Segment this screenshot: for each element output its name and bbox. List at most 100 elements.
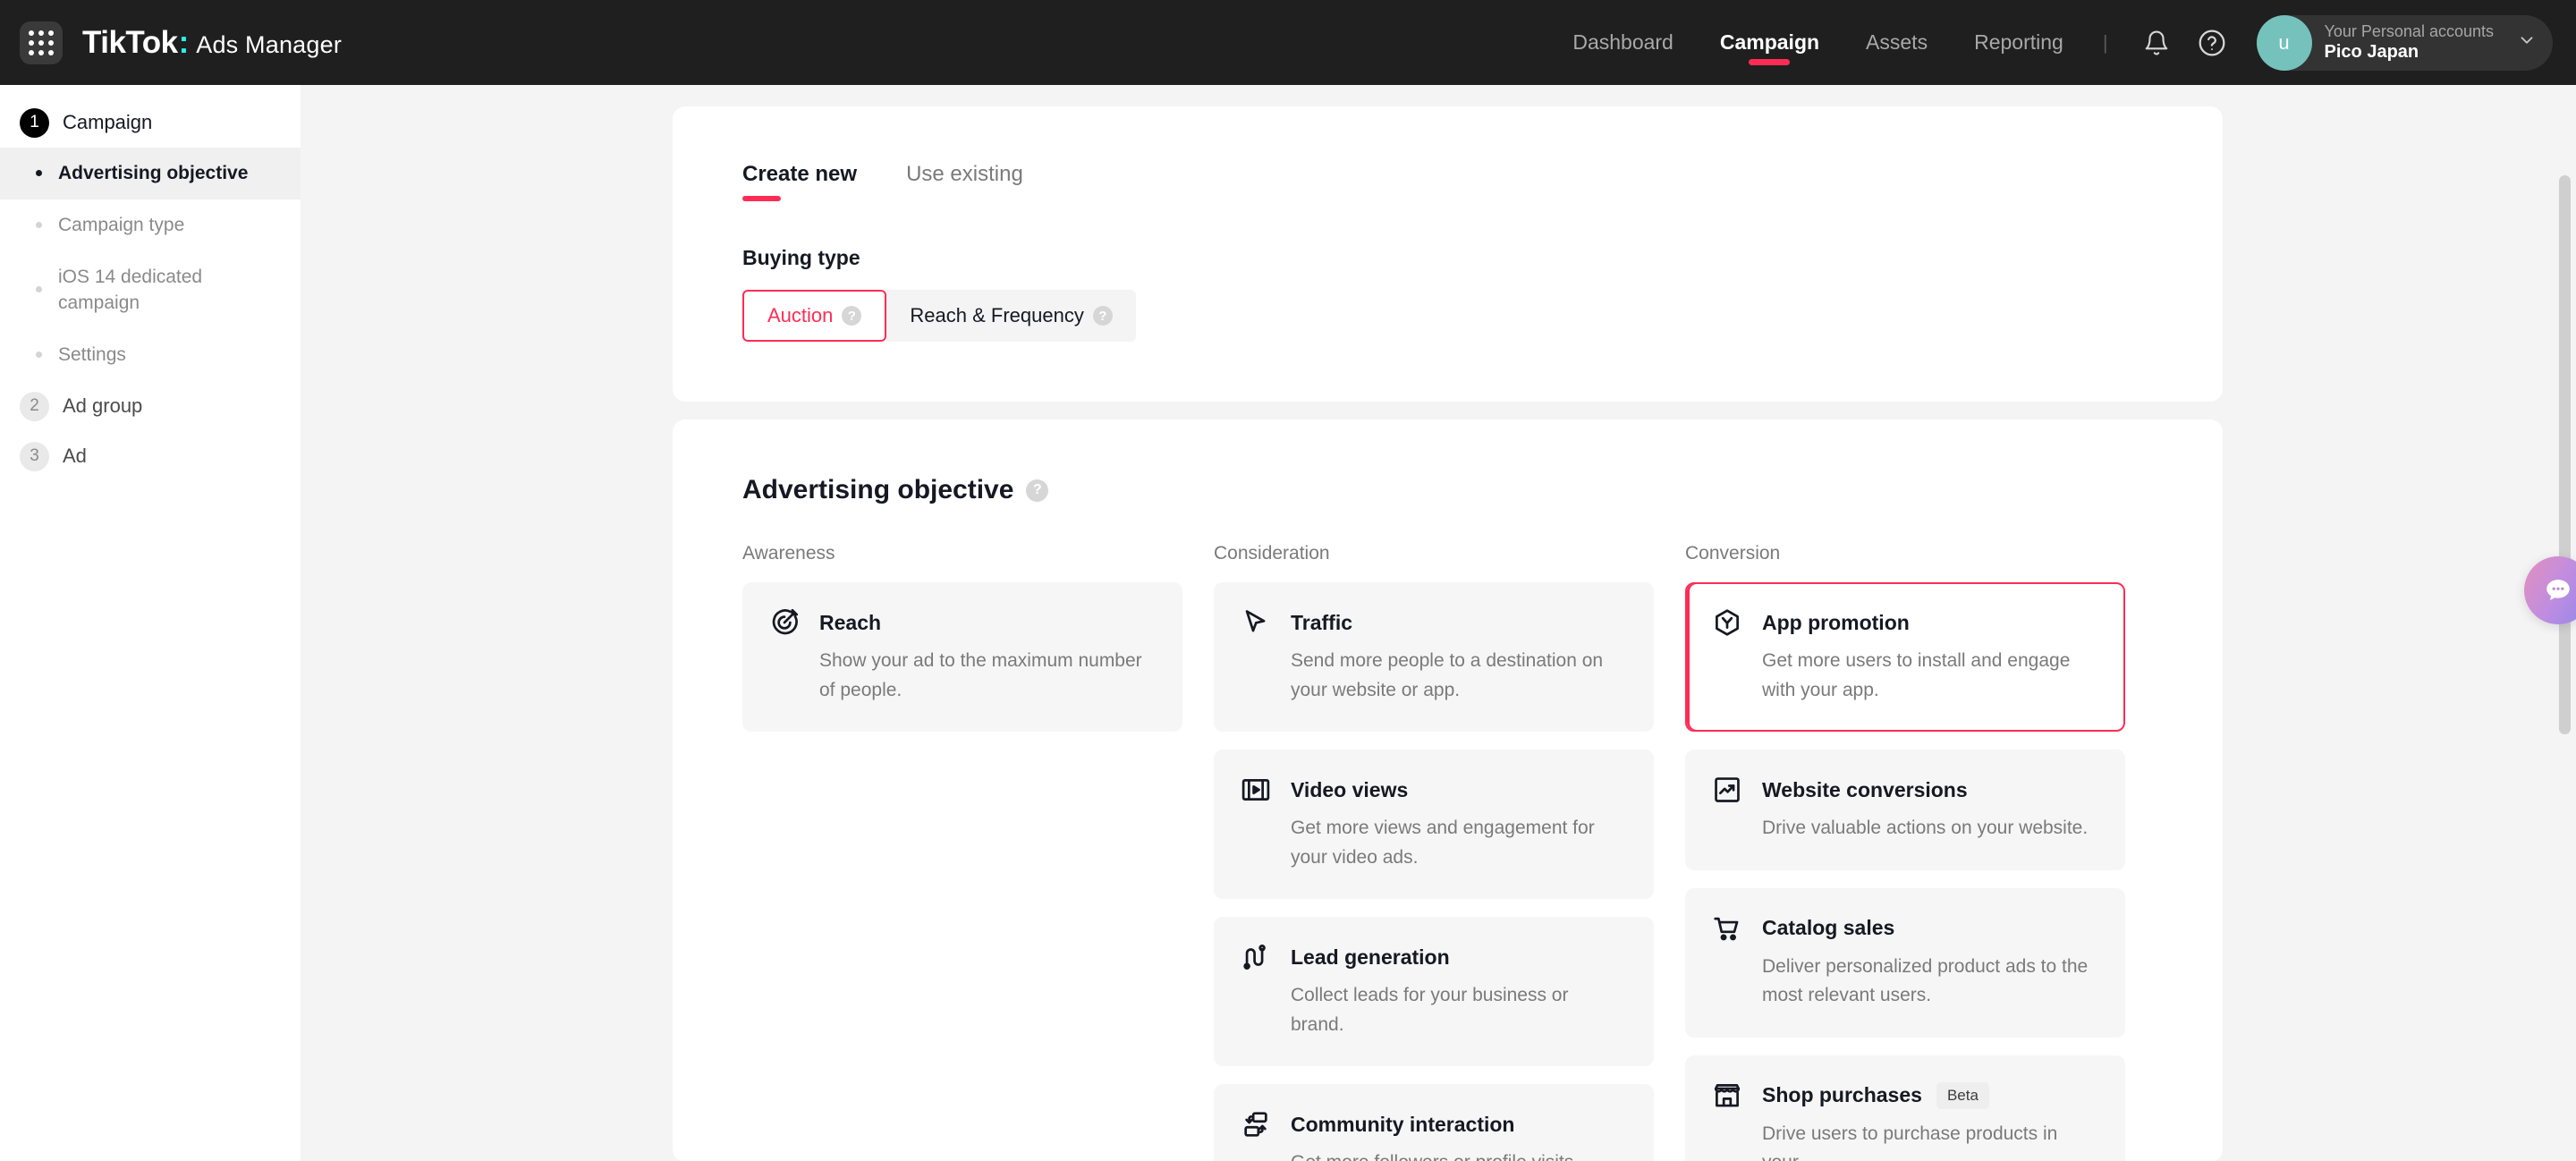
step-label-ad-group: Ad group [63, 394, 143, 418]
sidebar-sublabel-campaign-type: Campaign type [58, 214, 185, 235]
top-navigation-bar: TikTok : Ads Manager Dashboard Campaign … [0, 0, 2576, 85]
help-circle-icon[interactable] [2189, 20, 2235, 66]
advertising-objective-panel: Advertising objective ? Awareness Reach … [673, 419, 2223, 1161]
objective-card-community-interaction[interactable]: Community interaction Get more followers… [1214, 1084, 1654, 1161]
film-play-icon [1241, 775, 1276, 805]
card-desc-catalog-sales: Deliver personalized product ads to the … [1762, 955, 2089, 1006]
vertical-scrollbar[interactable] [2559, 175, 2571, 734]
nav-item-reporting[interactable]: Reporting [1951, 0, 2087, 85]
section-title-text: Advertising objective [742, 475, 1014, 504]
objective-card-video-views[interactable]: Video views Get more views and engagemen… [1214, 750, 1654, 900]
card-title-community-interaction: Community interaction [1291, 1112, 1515, 1136]
card-desc-app-promotion: Get more users to install and engage wit… [1762, 650, 2071, 700]
step-number-3: 3 [20, 441, 49, 471]
card-title-traffic: Traffic [1291, 610, 1353, 634]
sidebar-step-ad-group[interactable]: 2 Ad group [0, 381, 301, 431]
campaign-steps-sidebar: 1 Campaign Advertising objective Campaig… [0, 85, 301, 1161]
bullet-dot-icon [36, 352, 42, 359]
objective-card-website-conversions[interactable]: Website conversions Drive valuable actio… [1685, 750, 2125, 870]
card-desc-shop-purchases: Drive users to purchase products in your [1762, 1123, 2058, 1161]
help-icon[interactable]: ? [1026, 479, 1049, 502]
nav-item-assets[interactable]: Assets [1843, 0, 1951, 85]
card-title-reach: Reach [819, 610, 882, 634]
card-desc-community-interaction: Get more followers or profile visits. [1291, 1148, 1625, 1161]
objective-card-traffic[interactable]: Traffic Send more people to a destinatio… [1214, 582, 1654, 733]
community-exchange-icon [1241, 1109, 1276, 1140]
account-name: Pico Japan [2324, 42, 2419, 63]
step-number-1: 1 [20, 107, 49, 138]
brand-logo[interactable]: TikTok : Ads Manager [82, 25, 342, 61]
sidebar-item-ios14-dedicated-campaign[interactable]: iOS 14 dedicated campaign [0, 251, 301, 330]
card-header: Video views [1241, 775, 1625, 805]
avatar: u [2256, 14, 2312, 71]
step-label-campaign: Campaign [63, 111, 153, 133]
card-title-video-views: Video views [1291, 777, 1409, 801]
bullet-dot-icon [36, 221, 42, 228]
buying-type-option-auction[interactable]: Auction ? [742, 290, 887, 342]
nav-item-dashboard[interactable]: Dashboard [1549, 0, 1697, 85]
card-desc-lead-generation: Collect leads for your business or brand… [1291, 985, 1569, 1035]
sidebar-item-settings[interactable]: Settings [0, 329, 301, 381]
target-arrow-icon [769, 607, 805, 638]
card-header: Website conversions [1712, 775, 2097, 805]
sidebar-step-campaign[interactable]: 1 Campaign [0, 97, 301, 148]
card-header: Lead generation [1241, 942, 1625, 972]
card-desc-reach: Show your ad to the maximum number of pe… [819, 650, 1142, 700]
account-type-label: Your Personal accounts [2324, 21, 2494, 40]
tab-use-existing[interactable]: Use existing [906, 162, 1023, 201]
objective-card-app-promotion[interactable]: App promotion Get more users to install … [1685, 582, 2125, 733]
objective-card-catalog-sales[interactable]: Catalog sales Deliver personalized produ… [1685, 887, 2125, 1038]
objective-column-consideration: Consideration Traffic Send more people t… [1214, 543, 1654, 1161]
tab-create-new[interactable]: Create new [742, 162, 857, 201]
help-icon[interactable]: ? [1092, 306, 1113, 326]
sidebar-sublabel-settings: Settings [58, 344, 126, 366]
status-badge-beta: Beta [1936, 1081, 1989, 1109]
help-icon[interactable]: ? [842, 306, 862, 326]
nav-separator: | [2102, 30, 2108, 54]
buying-type-segmented-control: Auction ? Reach & Frequency ? [742, 290, 1136, 342]
card-header: Catalog sales [1712, 913, 2097, 944]
card-header: Traffic [1241, 607, 1625, 638]
account-switcher[interactable]: u Your Personal accounts Pico Japan [2256, 14, 2553, 71]
objective-columns: Awareness Reach Show your ad to the maxi… [673, 505, 2223, 1161]
chevron-down-icon [2517, 30, 2537, 55]
objective-column-awareness: Awareness Reach Show your ad to the maxi… [742, 543, 1182, 1161]
bullet-dot-icon [36, 285, 42, 292]
column-header-conversion: Conversion [1685, 543, 1781, 564]
grid-dots [29, 30, 54, 55]
card-title-lead-generation: Lead generation [1291, 945, 1450, 969]
column-header-awareness: Awareness [742, 543, 835, 564]
sidebar-item-advertising-objective[interactable]: Advertising objective [0, 148, 301, 199]
main-content: Create new Use existing Buying type Auct… [301, 85, 2576, 1161]
sidebar-item-campaign-type[interactable]: Campaign type [0, 199, 301, 251]
brand-tiktok: TikTok [82, 24, 178, 60]
step-number-2: 2 [20, 391, 49, 421]
card-desc-video-views: Get more views and engagement for your v… [1291, 818, 1595, 868]
objective-column-conversion: Conversion App promotion Get more users … [1685, 543, 2125, 1161]
card-title-catalog-sales: Catalog sales [1762, 916, 1895, 940]
objective-card-shop-purchases[interactable]: Shop purchases Beta Drive users to purch… [1685, 1055, 2125, 1161]
cursor-arrow-icon [1241, 607, 1276, 638]
chat-bubble-icon[interactable] [2524, 556, 2576, 624]
column-header-consideration: Consideration [1214, 543, 1330, 564]
campaign-source-tabs: Create new Use existing [673, 106, 2223, 201]
lead-magnet-icon [1241, 942, 1276, 972]
buying-type-option-reach-frequency[interactable]: Reach & Frequency ? [886, 290, 1136, 342]
grid-menu-icon[interactable] [20, 21, 63, 64]
notification-bell-icon[interactable] [2133, 20, 2180, 66]
card-header: Reach [769, 607, 1154, 638]
objective-card-reach[interactable]: Reach Show your ad to the maximum number… [742, 582, 1182, 733]
brand-colon: : [178, 24, 190, 60]
card-header: Community interaction [1241, 1109, 1625, 1140]
card-title-shop-purchases: Shop purchases [1762, 1083, 1922, 1107]
bullet-dot-icon [36, 170, 42, 176]
card-desc-website-conversions: Drive valuable actions on your website. [1762, 818, 2089, 839]
buying-type-label: Buying type [742, 246, 860, 269]
card-header: App promotion [1712, 607, 2097, 638]
shopping-cart-icon [1712, 913, 1748, 944]
buying-type-option-auction-label: Auction [767, 304, 834, 326]
objective-card-lead-generation[interactable]: Lead generation Collect leads for your b… [1214, 917, 1654, 1067]
sidebar-sublabel-advertising-objective: Advertising objective [58, 163, 249, 183]
sidebar-step-ad[interactable]: 3 Ad [0, 431, 301, 481]
nav-item-campaign[interactable]: Campaign [1697, 0, 1843, 85]
